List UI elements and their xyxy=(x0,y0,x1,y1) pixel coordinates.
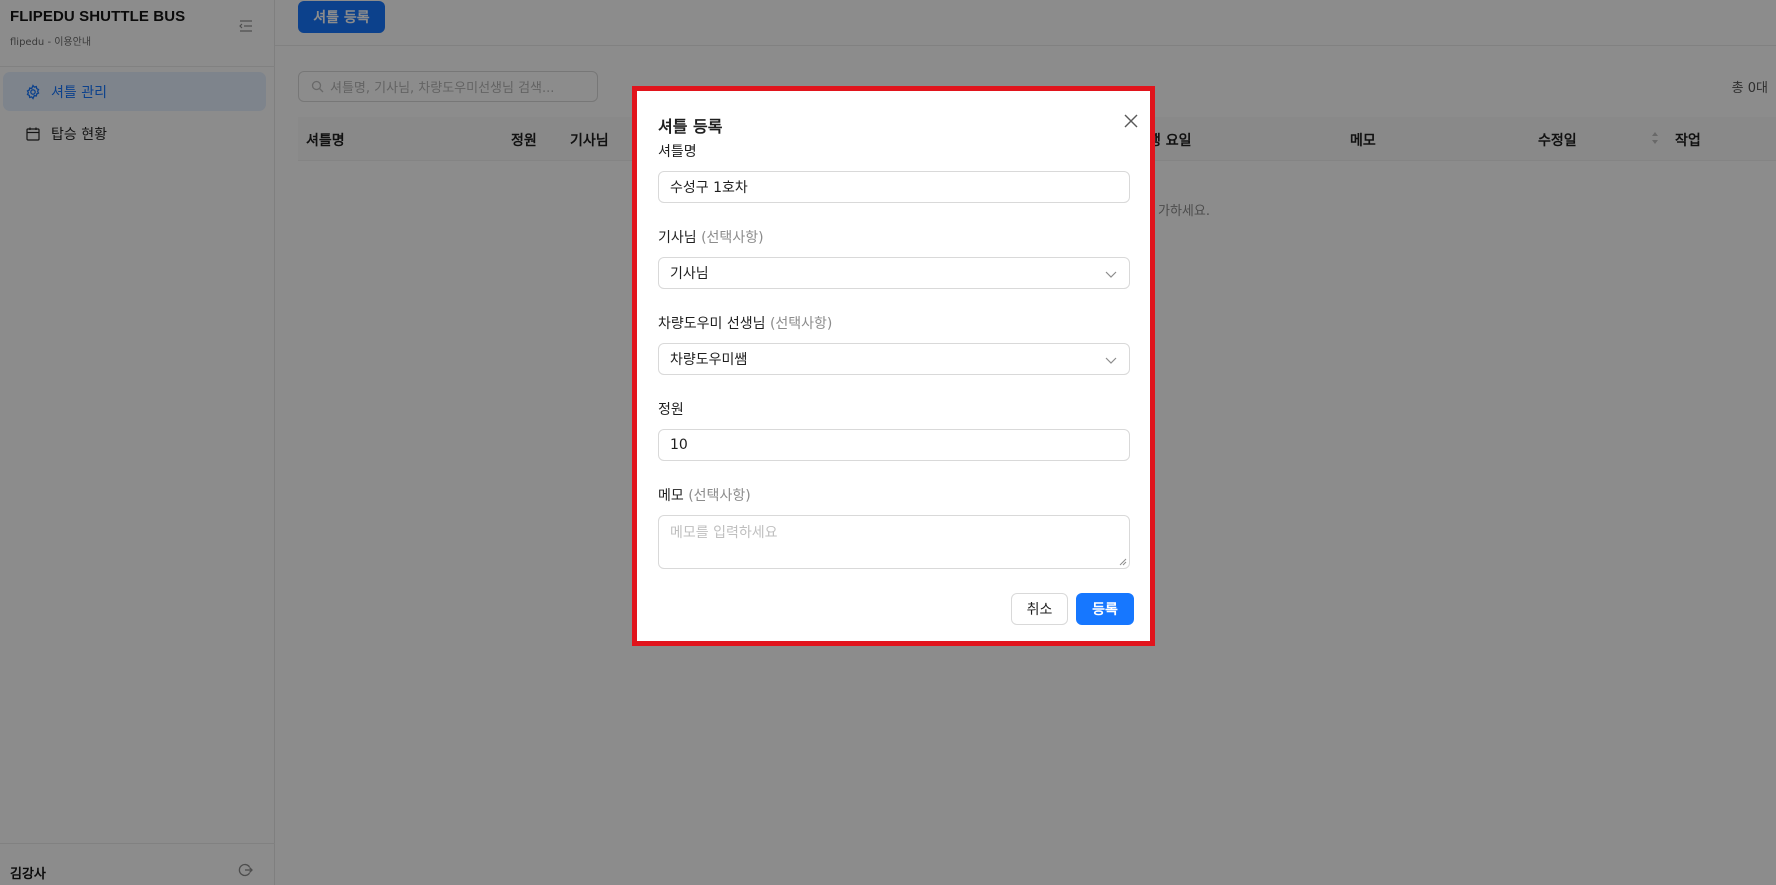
cancel-button[interactable]: 취소 xyxy=(1011,593,1068,625)
modal-title: 셔틀 등록 xyxy=(658,117,723,136)
assistant-select-value: 차량도우미쌤 xyxy=(670,352,748,368)
driver-select-value: 기사님 xyxy=(670,266,709,282)
close-icon[interactable] xyxy=(1123,113,1139,129)
chevron-down-icon xyxy=(1105,271,1117,278)
memo-textarea[interactable]: 메모를 입력하세요 xyxy=(658,515,1130,569)
modal-highlight-frame: 셔틀 등록 셔틀명 수성구 1호차 기사님 (선택사항) 기사님 차량도우미 선… xyxy=(632,86,1155,646)
register-shuttle-modal: 셔틀 등록 셔틀명 수성구 1호차 기사님 (선택사항) 기사님 차량도우미 선… xyxy=(637,91,1150,641)
optional-hint: (선택사항) xyxy=(769,316,833,332)
memo-label: 메모 (선택사항) xyxy=(658,485,751,505)
optional-hint: (선택사항) xyxy=(701,230,764,246)
capacity-label: 정원 xyxy=(658,399,684,419)
capacity-label-text: 정원 xyxy=(658,402,684,418)
shuttle-name-label: 셔틀명 xyxy=(658,141,697,161)
shuttle-name-input[interactable]: 수성구 1호차 xyxy=(658,171,1130,203)
shuttle-name-value: 수성구 1호차 xyxy=(670,180,748,196)
capacity-value: 10 xyxy=(670,437,688,453)
driver-label-text: 기사님 xyxy=(658,230,697,246)
assistant-select[interactable]: 차량도우미쌤 xyxy=(658,343,1130,375)
submit-button[interactable]: 등록 xyxy=(1076,593,1134,625)
memo-label-text: 메모 xyxy=(658,488,684,504)
optional-hint: (선택사항) xyxy=(688,488,751,504)
driver-select[interactable]: 기사님 xyxy=(658,257,1130,289)
driver-label: 기사님 (선택사항) xyxy=(658,227,764,247)
chevron-down-icon xyxy=(1105,357,1117,364)
assistant-label-text: 차량도우미 선생님 xyxy=(658,316,766,332)
memo-placeholder: 메모를 입력하세요 xyxy=(670,525,778,541)
shuttle-name-label-text: 셔틀명 xyxy=(658,144,697,160)
resize-handle-icon[interactable] xyxy=(1119,558,1127,566)
capacity-input[interactable]: 10 xyxy=(658,429,1130,461)
assistant-label: 차량도우미 선생님 (선택사항) xyxy=(658,313,832,333)
